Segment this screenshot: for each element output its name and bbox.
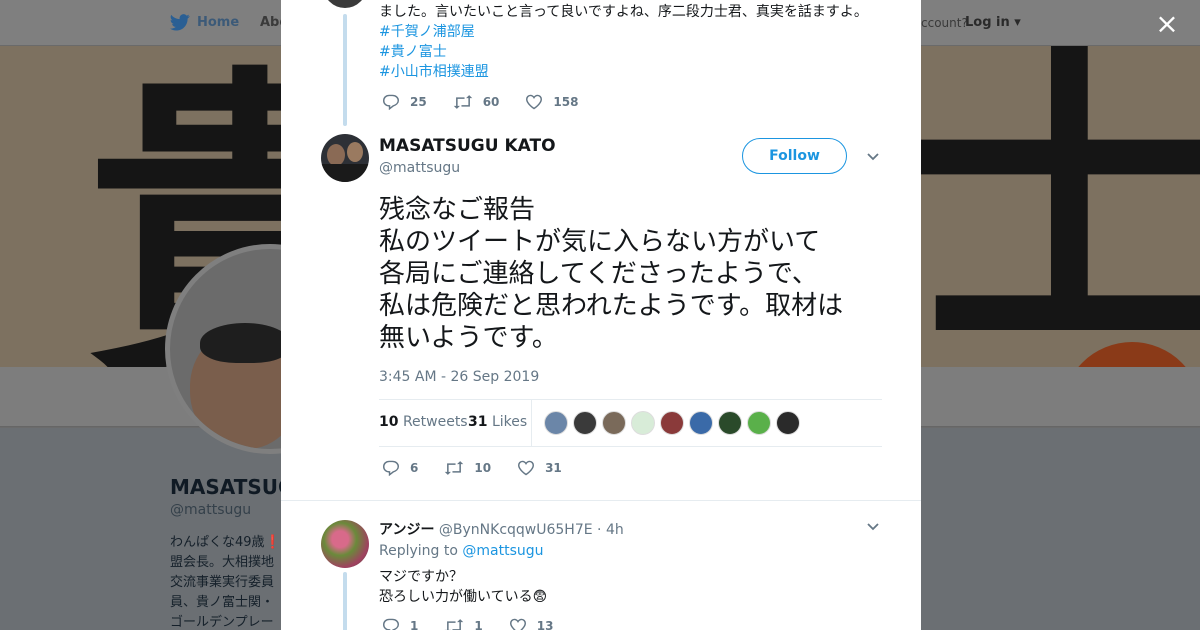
liker-avatar[interactable] (631, 411, 655, 435)
retweet-icon (445, 619, 464, 630)
prev-tweet-avatar[interactable] (321, 0, 369, 10)
reply-button[interactable]: 6 (382, 460, 418, 476)
retweet-count: 1 (474, 619, 483, 630)
liker-avatar[interactable] (747, 411, 771, 435)
thread-line-bottom (343, 572, 347, 630)
retweet-count: 10 (474, 461, 492, 475)
like-count: 31 (545, 461, 562, 475)
avatar-person-1 (327, 144, 345, 166)
liker-avatar[interactable] (573, 411, 597, 435)
like-count: 158 (553, 95, 579, 109)
reply-count: 6 (410, 461, 419, 475)
avatar-person-2 (347, 142, 363, 162)
reply-icon (382, 618, 400, 630)
liker-avatar[interactable] (544, 411, 568, 435)
heart-icon (509, 618, 526, 630)
tweet-divider (281, 500, 921, 501)
stats-divider (531, 400, 532, 446)
profile-handle: @mattsugu (170, 502, 252, 518)
prev-tweet-actions: 25 60 158 (382, 94, 604, 110)
avatar-bodies (321, 164, 369, 182)
follow-button[interactable]: Follow (742, 138, 847, 174)
replying-to-link[interactable]: @mattsugu (462, 543, 543, 559)
banner-calligraphy-right: 士 (905, 46, 1200, 367)
tweet-timestamp[interactable]: 3:45 AM - 26 Sep 2019 (379, 369, 539, 385)
retweet-button[interactable]: 1 (444, 618, 483, 630)
reply-tweet-actions: 1 1 13 (382, 618, 579, 630)
heart-icon (526, 94, 543, 110)
tweet-stats: 10 Retweets 31 Likes (379, 399, 882, 447)
likes-stat[interactable]: 31 Likes (468, 414, 527, 430)
twitter-bird-icon[interactable] (170, 14, 190, 35)
main-tweet-author-handle[interactable]: @mattsugu (379, 160, 460, 176)
prev-tweet-text: ました。言いたいこと言って良いですよね、序二段力士君、真実を話ますよ。 #千賀ノ… (379, 2, 868, 82)
thread-line-top (343, 14, 347, 126)
reply-tweet-header: アンジー @BynNKcqqwU65H7E · 4h (379, 522, 624, 538)
hashtag-link[interactable]: #千賀ノ浦部屋 (379, 22, 868, 42)
reply-icon (382, 94, 400, 110)
like-button[interactable]: 31 (517, 460, 562, 476)
retweet-stat-count: 10 (379, 414, 399, 430)
liker-avatar[interactable] (602, 411, 626, 435)
like-button[interactable]: 158 (525, 94, 578, 110)
main-tweet-actions: 6 10 31 (382, 460, 588, 476)
liker-avatar[interactable] (660, 411, 684, 435)
chevron-down-icon[interactable] (866, 520, 880, 534)
retweet-button[interactable]: 60 (453, 94, 500, 110)
profile-bio: わんぱくな49歳❗ 盟会長。大相撲地 交流事業実行委員 員、貴ノ富士関・ ゴール… (170, 535, 281, 630)
replying-to: Replying to @mattsugu (379, 543, 544, 559)
retweets-stat[interactable]: 10 Retweets (379, 414, 468, 430)
liker-avatar[interactable] (689, 411, 713, 435)
profile-name: MASATSUG (170, 475, 295, 499)
reply-tweet-text: マジですか？ 恐ろしい力が働いている😨 (379, 569, 548, 605)
reply-count: 25 (410, 95, 427, 109)
like-button[interactable]: 13 (509, 618, 554, 630)
reply-author-handle[interactable]: @BynNKcqqwU65H7E (439, 522, 593, 538)
nav-account-text: ccount? (921, 16, 968, 30)
prev-tweet-body: ました。言いたいこと言って良いですよね、序二段力士君、真実を話ますよ。 (379, 4, 868, 20)
close-icon[interactable]: × (1154, 10, 1180, 38)
main-tweet-author-name[interactable]: MASATSUGU KATO (379, 136, 556, 156)
main-tweet-avatar[interactable] (321, 134, 369, 182)
chevron-down-icon[interactable] (866, 150, 880, 164)
retweet-icon (445, 461, 464, 475)
reply-button[interactable]: 25 (382, 94, 427, 110)
like-stat-label: Likes (491, 414, 528, 430)
main-tweet-text: 残念なご報告 私のツイートが気に入らない方がいて 各局にご連絡してくださったよう… (379, 195, 844, 353)
reply-button[interactable]: 1 (382, 618, 418, 630)
reply-time[interactable]: 4h (606, 522, 624, 538)
reply-tweet-avatar[interactable] (321, 520, 369, 568)
like-stat-count: 31 (468, 414, 488, 430)
retweet-stat-label: Retweets (402, 414, 468, 430)
nav-login-link[interactable]: Log in ▾ (965, 15, 1021, 30)
retweet-count: 60 (482, 95, 500, 109)
liker-avatar[interactable] (776, 411, 800, 435)
tweet-modal: ました。言いたいこと言って良いですよね、序二段力士君、真実を話ますよ。 #千賀ノ… (281, 0, 921, 630)
hashtag-link[interactable]: #貴ノ富士 (379, 42, 868, 62)
heart-icon (518, 460, 535, 476)
replying-prefix: Replying to (379, 543, 458, 559)
reply-count: 1 (410, 619, 419, 630)
retweet-button[interactable]: 10 (444, 460, 491, 476)
reply-icon (382, 460, 400, 476)
liker-avatar[interactable] (718, 411, 742, 435)
retweet-icon (453, 95, 472, 109)
reply-author-name[interactable]: アンジー (379, 522, 434, 538)
like-count: 13 (536, 619, 554, 630)
avatar-hair (200, 323, 290, 363)
login-label: Log in (965, 15, 1010, 30)
nav-home-link[interactable]: Home (197, 15, 239, 30)
hashtag-link[interactable]: #小山市相撲連盟 (379, 62, 868, 82)
